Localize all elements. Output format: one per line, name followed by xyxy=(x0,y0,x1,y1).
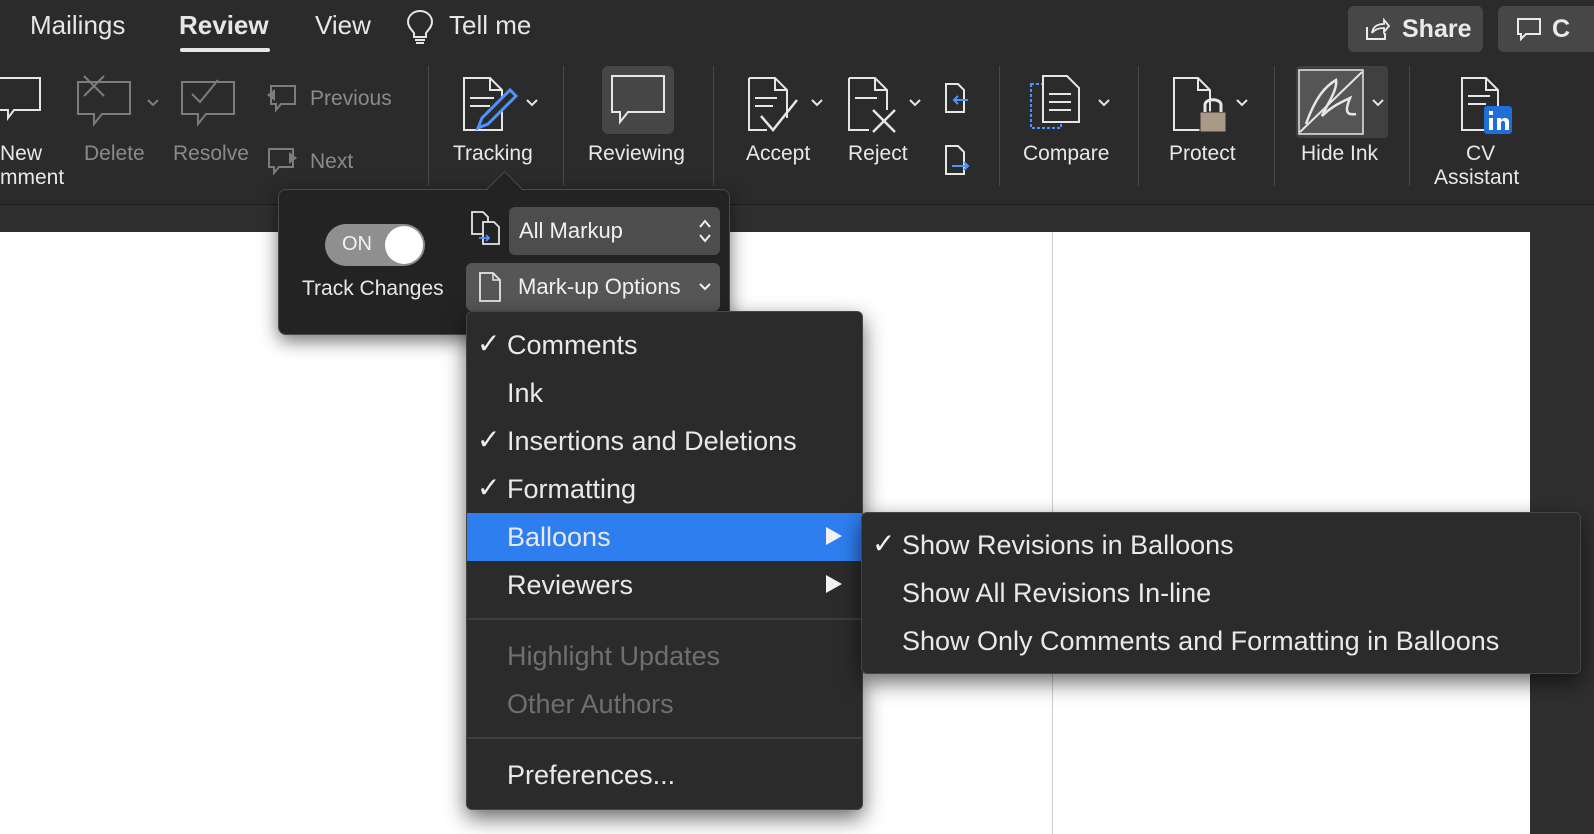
menu-item-comments[interactable]: ✓ Comments xyxy=(467,321,862,369)
accept-change-icon[interactable] xyxy=(745,74,801,134)
menu-separator xyxy=(467,618,862,620)
menu-separator xyxy=(467,737,862,739)
reviewing-button-bg[interactable] xyxy=(602,66,674,134)
toggle-state-text: ON xyxy=(342,233,372,255)
resolve-comment-icon[interactable] xyxy=(178,74,240,128)
delete-label: Delete xyxy=(84,142,145,165)
tracking-icon[interactable] xyxy=(460,74,518,134)
protect-label: Protect xyxy=(1169,142,1236,165)
chevron-down-icon[interactable] xyxy=(810,98,824,108)
ribbon-divider xyxy=(428,66,429,186)
chevron-down-icon[interactable] xyxy=(525,98,539,108)
menu-item-formatting[interactable]: ✓ Formatting xyxy=(467,465,862,513)
review-ribbon: New mment Delete Resolve Previous Next T… xyxy=(0,58,1594,205)
markup-options-label: Mark-up Options xyxy=(518,274,681,299)
next-label[interactable]: Next xyxy=(310,150,353,174)
submenu-arrow-icon xyxy=(826,575,842,593)
cv-assistant-linkedin-icon[interactable] xyxy=(1458,74,1516,136)
tab-review[interactable]: Review xyxy=(179,10,269,41)
next-change-icon[interactable] xyxy=(942,144,972,178)
hide-ink-icon xyxy=(1298,69,1364,135)
word-app-window: Mailings Review View Tell me Share C New… xyxy=(0,0,1594,834)
comment-bubble-icon xyxy=(1517,18,1541,41)
submenu-item-show-all-revisions-inline[interactable]: Show All Revisions In-line xyxy=(862,569,1580,617)
protect-document-lock-icon[interactable] xyxy=(1170,74,1230,134)
toggle-knob xyxy=(385,226,423,264)
tab-view[interactable]: View xyxy=(315,10,371,41)
submenu-arrow-icon xyxy=(826,527,842,545)
new-comment-label-1: New xyxy=(0,142,43,165)
checkmark-icon: ✓ xyxy=(477,328,501,359)
chevron-down-icon[interactable] xyxy=(1235,98,1249,108)
tab-mailings[interactable]: Mailings xyxy=(30,10,125,41)
markup-display-icon xyxy=(471,211,500,245)
accept-label: Accept xyxy=(746,142,811,165)
ribbon-divider xyxy=(1409,66,1410,186)
ribbon-divider xyxy=(1138,66,1139,186)
delete-comment-icon[interactable] xyxy=(74,74,136,128)
updown-arrows-icon xyxy=(699,219,711,243)
submenu-item-show-revisions-in-balloons[interactable]: ✓ Show Revisions in Balloons xyxy=(862,521,1580,569)
markup-options-menu: ✓ Comments Ink ✓ Insertions and Deletion… xyxy=(466,311,863,810)
markup-display-value: All Markup xyxy=(519,218,623,243)
reviewing-label: Reviewing xyxy=(588,142,685,165)
cv-assistant-label-1: CV xyxy=(1466,142,1496,165)
chevron-down-icon[interactable] xyxy=(1371,98,1385,108)
tracking-label: Tracking xyxy=(453,142,533,165)
checkmark-icon: ✓ xyxy=(872,528,896,559)
resolve-label: Resolve xyxy=(173,142,249,165)
previous-label[interactable]: Previous xyxy=(310,87,392,111)
markup-options-button[interactable]: Mark-up Options xyxy=(466,263,720,311)
ribbon-divider xyxy=(563,66,564,186)
ribbon-divider xyxy=(713,66,714,186)
menu-item-ink[interactable]: Ink xyxy=(467,369,862,417)
chevron-down-icon xyxy=(699,283,711,291)
compare-documents-icon[interactable] xyxy=(1027,74,1089,132)
previous-change-icon[interactable] xyxy=(942,82,972,116)
document-icon xyxy=(479,272,501,302)
lightbulb-icon xyxy=(406,9,434,44)
ribbon-divider xyxy=(1274,66,1275,186)
ribbon-tab-bar: Mailings Review View Tell me Share C xyxy=(0,0,1594,58)
comments-button-label: C xyxy=(1552,14,1571,43)
ribbon-divider xyxy=(999,66,1000,186)
cv-assistant-label-2: Assistant xyxy=(1434,166,1520,189)
share-icon xyxy=(1366,17,1390,40)
track-changes-label: Track Changes xyxy=(302,277,444,300)
menu-item-reviewers[interactable]: Reviewers xyxy=(467,561,862,609)
tell-me-search[interactable]: Tell me xyxy=(449,10,531,41)
balloons-submenu: ✓ Show Revisions in Balloons Show All Re… xyxy=(861,512,1581,674)
chevron-down-icon[interactable] xyxy=(1097,98,1111,108)
menu-item-other-authors: Other Authors xyxy=(507,689,674,719)
track-changes-toggle[interactable]: ON xyxy=(325,224,425,266)
share-button[interactable]: Share xyxy=(1348,6,1483,52)
reviewing-pane-icon xyxy=(611,75,665,125)
new-comment-icon[interactable] xyxy=(0,76,44,122)
checkmark-icon: ✓ xyxy=(477,472,501,503)
menu-item-balloons[interactable]: Balloons xyxy=(467,513,862,561)
share-button-label: Share xyxy=(1402,14,1472,43)
active-tab-underline xyxy=(180,48,270,52)
comments-button[interactable]: C xyxy=(1498,6,1594,52)
compare-label: Compare xyxy=(1023,142,1110,165)
submenu-item-show-only-comments-formatting[interactable]: Show Only Comments and Formatting in Bal… xyxy=(862,617,1580,665)
hide-ink-label: Hide Ink xyxy=(1301,142,1379,165)
new-comment-label-2: mment xyxy=(0,166,65,189)
markup-display-select[interactable]: All Markup xyxy=(509,207,720,255)
chevron-down-icon[interactable] xyxy=(146,98,160,108)
checkmark-icon: ✓ xyxy=(477,424,501,455)
menu-item-preferences[interactable]: Preferences... xyxy=(467,751,862,799)
menu-item-insertions-deletions[interactable]: ✓ Insertions and Deletions xyxy=(467,417,862,465)
chevron-down-icon[interactable] xyxy=(908,98,922,108)
menu-item-highlight-updates: Highlight Updates xyxy=(507,641,721,671)
previous-comment-icon[interactable] xyxy=(265,82,299,112)
reject-change-icon[interactable] xyxy=(845,74,901,134)
reject-label: Reject xyxy=(848,142,908,165)
next-comment-icon[interactable] xyxy=(265,145,299,175)
